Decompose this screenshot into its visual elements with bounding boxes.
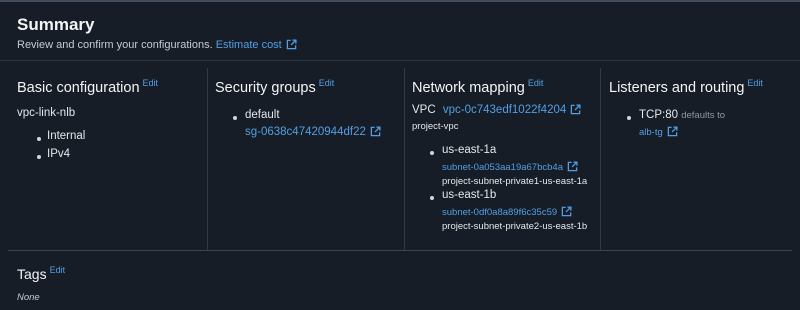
bullet: [37, 137, 41, 141]
vpc-label: VPC: [412, 104, 436, 116]
basic-configuration-title: Basic configuration Edit: [17, 78, 158, 96]
section-divider: [8, 250, 792, 251]
listeners-routing-title: Listeners and routing Edit: [609, 78, 763, 96]
network-mapping-title: Network mapping Edit: [412, 78, 543, 96]
subnet-name-1: project-subnet-private1-us-east-1a: [442, 176, 588, 187]
security-groups-edit-link[interactable]: Edit: [319, 78, 335, 88]
external-link-icon: [667, 126, 678, 137]
summary-header: Summary Review and confirm your configur…: [0, 2, 800, 60]
vpc-name: project-vpc: [412, 121, 459, 132]
listeners-routing-edit-link[interactable]: Edit: [747, 78, 763, 88]
ip-type-value: IPv4: [47, 148, 71, 160]
security-group-id: sg-0638c47420944df22: [245, 126, 366, 138]
section-heading: Network mapping: [412, 80, 525, 96]
bullet: [37, 155, 41, 159]
target-group-link[interactable]: alb-tg: [639, 126, 678, 138]
vpc-link[interactable]: vpc-0c743edf1022f4204: [443, 104, 581, 116]
bullet: [627, 116, 631, 120]
section-heading: Basic configuration: [17, 80, 140, 96]
external-link-icon: [286, 39, 297, 50]
section-heading: Listeners and routing: [609, 80, 745, 96]
column-divider: [600, 68, 601, 250]
bullet: [233, 116, 237, 120]
security-group-name: default: [245, 109, 280, 121]
bullet: [430, 196, 434, 200]
vpc-id: vpc-0c743edf1022f4204: [442, 104, 567, 116]
listener-row: TCP:80 defaults to: [639, 109, 725, 121]
network-mapping-edit-link[interactable]: Edit: [528, 78, 544, 88]
section-heading: Security groups: [215, 80, 316, 96]
listener-protocol-port: TCP:80: [639, 109, 678, 121]
subnet-link-1[interactable]: subnet-0a053aa19a67bcb4a: [442, 161, 578, 173]
estimate-cost-label: Estimate cost: [215, 39, 282, 51]
tags-value: None: [17, 292, 40, 303]
defaults-to-text: defaults to: [681, 110, 726, 121]
subnet-link-2[interactable]: subnet-0df0a8a89f6c35c59: [442, 206, 572, 218]
subnet-name-2: project-subnet-private2-us-east-1b: [442, 221, 588, 232]
subnet-id: subnet-0a053aa19a67bcb4a: [442, 162, 563, 173]
availability-zone-1: us-east-1a: [442, 144, 497, 156]
subnet-id: subnet-0df0a8a89f6c35c59: [442, 207, 558, 218]
page-title: Summary: [17, 15, 95, 34]
basic-configuration-edit-link[interactable]: Edit: [143, 78, 159, 88]
details-panel: [0, 60, 800, 310]
summary-description: Review and confirm your configurations. …: [17, 39, 297, 51]
header-separator: [0, 60, 800, 61]
external-link-icon: [561, 206, 572, 217]
section-heading: Tags: [17, 266, 47, 282]
tags-title: Tags Edit: [17, 265, 65, 282]
load-balancer-name: vpc-link-nlb: [17, 107, 76, 119]
bullet: [430, 151, 434, 155]
availability-zone-2: us-east-1b: [442, 189, 497, 201]
external-link-icon: [570, 104, 581, 115]
vpc-row: VPC vpc-0c743edf1022f4204: [412, 104, 581, 116]
column-divider: [207, 68, 208, 250]
estimate-cost-link[interactable]: Estimate cost: [216, 39, 297, 51]
tags-edit-link[interactable]: Edit: [50, 265, 66, 275]
security-group-link[interactable]: sg-0638c47420944df22: [245, 126, 381, 138]
external-link-icon: [370, 126, 381, 137]
scheme-value: Internal: [47, 130, 86, 142]
description-text: Review and confirm your configurations.: [17, 39, 213, 51]
security-groups-title: Security groups Edit: [215, 78, 334, 96]
external-link-icon: [567, 161, 578, 172]
column-divider: [404, 68, 405, 250]
target-group-name: alb-tg: [639, 127, 663, 138]
